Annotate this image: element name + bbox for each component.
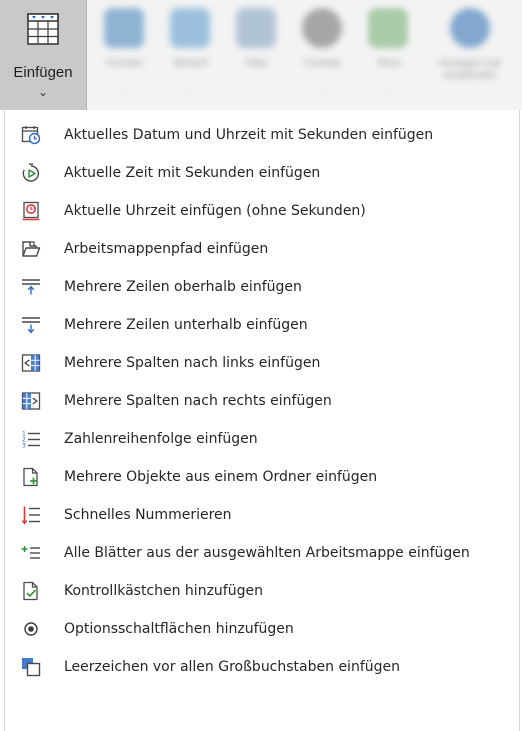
menu-item-label: Alle Blätter aus der ausgewählten Arbeit…: [64, 545, 470, 561]
ribbon-group-label: Anzeigen und Ausblenden: [439, 58, 501, 81]
menu-item-insert-rows-above[interactable]: Mehrere Zeilen oberhalb einfügen: [5, 268, 519, 306]
chevron-down-icon: ⌄: [121, 88, 129, 98]
menu-item-label: Kontrollkästchen hinzufügen: [64, 583, 263, 599]
number-sequence-icon: 1 2 3: [22, 431, 40, 450]
ribbon-group-anzeigen[interactable]: Anzeigen und Ausblenden: [424, 8, 516, 104]
menu-item-label: Optionsschaltflächen hinzufügen: [64, 621, 294, 637]
menu-item-insert-number-sequence[interactable]: 1 2 3 Zahlenreihenfolge einfügen: [5, 420, 519, 458]
menu-item-insert-columns-left[interactable]: Mehrere Spalten nach links einfügen: [5, 344, 519, 382]
ribbon-blurred-commands: Formeln ⌄ Bereich ⌄ Filter Formeln ⌄ Piv…: [86, 0, 522, 110]
menu-item-insert-current-time[interactable]: Aktuelle Uhrzeit einfügen (ohne Sekunden…: [5, 192, 519, 230]
ribbon-group-label: Bereich: [174, 58, 208, 69]
ribbon-group-bereich[interactable]: Bereich ⌄: [160, 8, 222, 104]
quick-numbering-icon: [21, 506, 40, 525]
svg-text:3: 3: [22, 443, 26, 450]
menu-item-label: Schnelles Nummerieren: [64, 507, 232, 523]
filter-icon: [236, 8, 276, 48]
insert-button[interactable]: Einfügen ⌄: [0, 0, 87, 110]
ribbon-group-pivot[interactable]: Pivot ⌄: [358, 8, 420, 104]
ribbon-group-label: Filter: [245, 58, 269, 69]
range-icon: [170, 8, 210, 48]
insert-dropdown-menu: Aktuelles Datum und Uhrzeit mit Sekunden…: [4, 110, 520, 731]
menu-item-label: Aktuelles Datum und Uhrzeit mit Sekunden…: [64, 127, 434, 143]
ribbon: Formeln ⌄ Bereich ⌄ Filter Formeln ⌄ Piv…: [0, 0, 522, 110]
ribbon-group-label: Pivot: [377, 58, 401, 69]
menu-item-label: Aktuelle Zeit mit Sekunden einfügen: [64, 165, 321, 181]
ribbon-group-label: Formeln: [304, 58, 342, 69]
add-sheets-icon: [21, 546, 40, 559]
ribbon-group-label: Formeln: [106, 58, 144, 69]
ribbon-group-filter[interactable]: Filter: [226, 8, 288, 104]
insert-columns-right-icon: [21, 392, 41, 410]
insert-rows-below-icon: [22, 317, 40, 334]
pivot-icon: [368, 8, 408, 48]
ribbon-group-formeln[interactable]: Formeln ⌄: [94, 8, 156, 104]
menu-item-label: Mehrere Zeilen oberhalb einfügen: [64, 279, 302, 295]
chevron-down-icon: ⌄: [385, 88, 393, 98]
menu-item-label: Zahlenreihenfolge einfügen: [64, 431, 258, 447]
insert-objects-icon: [23, 467, 38, 487]
menu-item-add-option-buttons[interactable]: Optionsschaltflächen hinzufügen: [5, 610, 519, 648]
menu-item-insert-columns-right[interactable]: Mehrere Spalten nach rechts einfügen: [5, 382, 519, 420]
menu-item-label: Mehrere Zeilen unterhalb einfügen: [64, 317, 308, 333]
menu-item-insert-rows-below[interactable]: Mehrere Zeilen unterhalb einfügen: [5, 306, 519, 344]
menu-item-insert-space-before-capitals[interactable]: Leerzeichen vor allen Großbuchstaben ein…: [5, 648, 519, 686]
menu-item-insert-workbook-path[interactable]: Arbeitsmappenpfad einfügen: [5, 230, 519, 268]
ribbon-group-formeln-2[interactable]: Formeln ⌄: [292, 8, 354, 104]
menu-item-label: Arbeitsmappenpfad einfügen: [64, 241, 269, 257]
insert-rows-above-icon: [22, 279, 40, 295]
search-icon: [450, 8, 490, 48]
insert-button-label: Einfügen: [13, 64, 73, 81]
space-before-capitals-icon: [22, 658, 41, 677]
calendar-clock-icon: [21, 126, 41, 145]
menu-item-label: Mehrere Spalten nach rechts einfügen: [64, 393, 332, 409]
chevron-down-icon: ⌄: [319, 88, 327, 98]
chevron-down-icon: ⌄: [37, 85, 49, 99]
menu-item-label: Aktuelle Uhrzeit einfügen (ohne Sekunden…: [64, 203, 366, 219]
clock-icon: [302, 8, 342, 48]
folder-path-icon: [22, 241, 41, 257]
radio-button-icon: [24, 622, 38, 636]
menu-item-add-checkboxes[interactable]: Kontrollkästchen hinzufügen: [5, 572, 519, 610]
menu-item-insert-date-time-seconds[interactable]: Aktuelles Datum und Uhrzeit mit Sekunden…: [5, 116, 519, 154]
stopwatch-icon: [22, 163, 39, 182]
checkbox-icon: [23, 581, 38, 601]
clock-red-icon: [22, 201, 40, 221]
menu-item-insert-all-sheets[interactable]: Alle Blätter aus der ausgewählten Arbeit…: [5, 534, 519, 572]
menu-item-label: Mehrere Objekte aus einem Ordner einfüge…: [64, 469, 378, 485]
menu-item-label: Mehrere Spalten nach links einfügen: [64, 355, 321, 371]
insert-table-icon: [27, 13, 59, 45]
menu-item-quick-numbering[interactable]: Schnelles Nummerieren: [5, 496, 519, 534]
menu-item-insert-objects-from-folder[interactable]: Mehrere Objekte aus einem Ordner einfüge…: [5, 458, 519, 496]
formula-icon: [104, 8, 144, 48]
menu-item-insert-time-seconds[interactable]: Aktuelle Zeit mit Sekunden einfügen: [5, 154, 519, 192]
menu-item-label: Leerzeichen vor allen Großbuchstaben ein…: [64, 659, 400, 675]
chevron-down-icon: ⌄: [187, 88, 195, 98]
insert-columns-left-icon: [21, 354, 41, 372]
